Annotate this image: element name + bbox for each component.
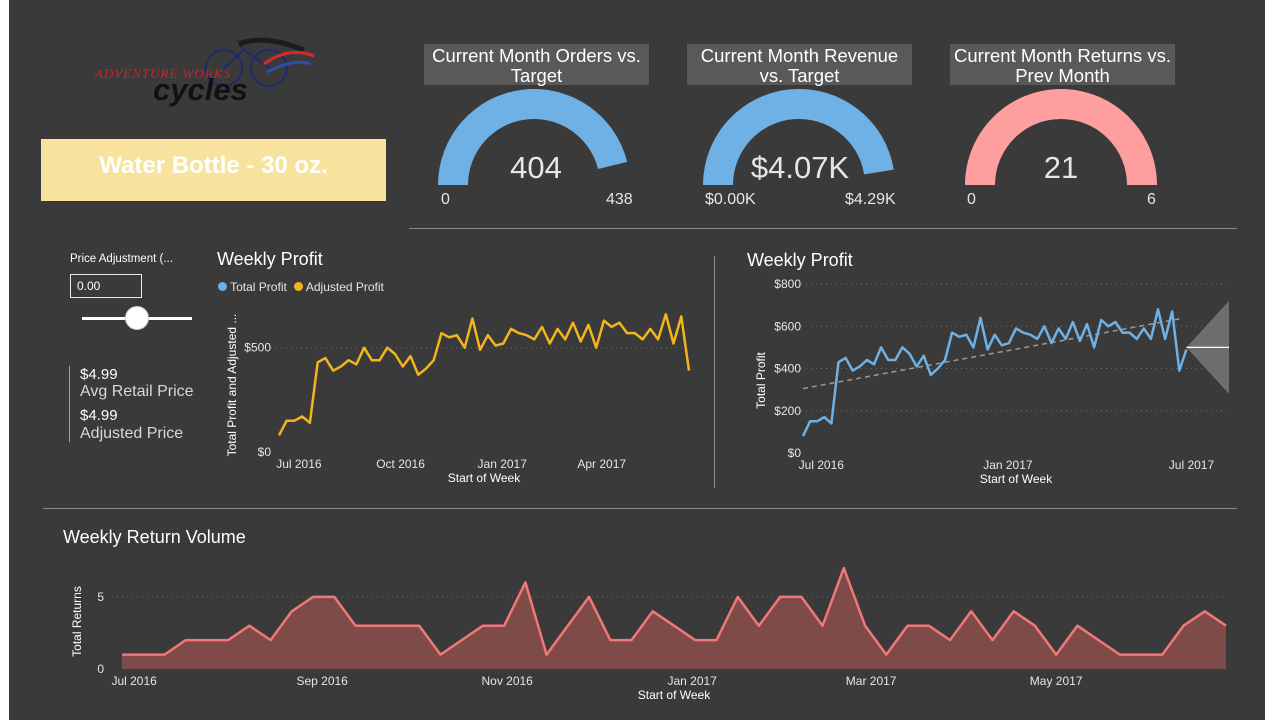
middle-vertical-divider	[714, 256, 715, 488]
y-tick-label: $200	[774, 404, 801, 418]
x-tick-label: Oct 2016	[376, 457, 425, 471]
x-tick-label: Jul 2016	[276, 457, 322, 471]
weekly-profit-adjusted-chart[interactable]: $0 $500 Jul 2016 Oct 2016 Jan 2017 Apr 2017 St…	[209, 298, 704, 490]
x-axis-title: Start of Week	[448, 471, 521, 485]
legend-adjusted-profit-label: Adjusted Profit	[305, 280, 384, 294]
total-profit-line	[801, 308, 1188, 437]
y-axis-title: Total Profit and Adjusted ...	[225, 314, 239, 457]
y-tick-label: $0	[258, 445, 272, 459]
returns-gauge-min: 0	[967, 191, 976, 208]
revenue-gauge-max: $4.29K	[845, 191, 896, 208]
returns-gauge-value: 21	[1043, 150, 1079, 185]
adventure-works-logo: ADVENTURE WORKS cycles	[89, 36, 329, 107]
weekly-profit-adjusted-title: Weekly Profit	[217, 249, 323, 269]
chart1-legend: Total Profit Adjusted Profit	[218, 280, 384, 294]
y-tick-label: 5	[97, 590, 104, 604]
x-tick-label: Jan 2017	[668, 674, 718, 688]
x-tick-label: Nov 2016	[481, 674, 533, 688]
weekly-profit-forecast-chart[interactable]: $0$200$400$600$800Jul 2016 Jan 2017 Jul 20…	[739, 273, 1234, 490]
adjusted-price-label: Adjusted Price	[80, 425, 184, 442]
weekly-return-volume-chart[interactable]: 0 5 Jul 2016 Sep 2016 Nov 2016 Jan 2017 Mar 20…	[57, 560, 1237, 708]
price-adjustment-label: Price Adjustment (...	[70, 253, 173, 265]
x-tick-label: Sep 2016	[296, 674, 348, 688]
revenue-gauge-value: $4.07K	[750, 150, 850, 185]
legend-adjusted-profit-dot	[294, 282, 304, 291]
x-tick-label: Jul 2017	[1169, 458, 1215, 472]
weekly-profit-forecast-title: Weekly Profit	[747, 250, 853, 270]
logo-line2: cycles	[153, 72, 248, 107]
avg-retail-price-value: $4.99	[80, 366, 118, 383]
price-adjustment-input[interactable]: 0.00	[70, 274, 142, 298]
x-axis-title: Start of Week	[638, 688, 711, 702]
adjusted-profit-line	[277, 313, 691, 436]
legend-total-profit-dot	[218, 282, 227, 291]
y-tick-label: 0	[97, 662, 104, 676]
report-canvas: ADVENTURE WORKS cycles Water Bottle - 30…	[9, 0, 1265, 720]
cards-left-rule	[69, 366, 70, 442]
x-tick-label: Apr 2017	[577, 457, 626, 471]
adjusted-price-value: $4.99	[80, 407, 118, 424]
x-axis-title: Start of Week	[980, 472, 1053, 486]
trend-line	[802, 318, 1180, 390]
avg-retail-price-label: Avg Retail Price	[80, 383, 194, 400]
x-tick-label: Jan 2017	[478, 457, 528, 471]
top-divider	[409, 228, 1237, 229]
x-tick-label: Mar 2017	[846, 674, 897, 688]
revenue-gauge-min: $0.00K	[705, 191, 756, 208]
y-tick-label: $600	[774, 319, 801, 333]
orders-gauge-max: 438	[606, 191, 633, 208]
report-frame: ADVENTURE WORKS cycles Water Bottle - 30…	[0, 0, 1280, 720]
weekly-return-volume-title: Weekly Return Volume	[63, 527, 246, 547]
returns-gauge-max: 6	[1147, 191, 1156, 208]
orders-gauge-value: 404	[510, 150, 562, 185]
y-axis-title: Total Returns	[70, 586, 84, 657]
x-tick-label: Jul 2016	[799, 458, 845, 472]
y-axis-title: Total Profit	[754, 351, 768, 408]
x-tick-label: May 2017	[1030, 674, 1083, 688]
y-tick-label: $500	[244, 341, 271, 355]
orders-gauge-title: Current Month Orders vs. Target	[424, 44, 649, 86]
bottom-divider	[43, 508, 1237, 509]
x-tick-label: Jul 2016	[111, 674, 157, 688]
returns-gauge-title: Current Month Returns vs. Prev Month	[950, 44, 1175, 86]
y-tick-label: $800	[774, 277, 801, 291]
legend-total-profit-label: Total Profit	[230, 280, 287, 294]
orders-gauge-min: 0	[441, 191, 450, 208]
product-banner-text: Water Bottle - 30 oz.	[99, 152, 328, 179]
y-tick-label: $400	[774, 362, 801, 376]
revenue-gauge-title: Current Month Revenue vs. Target	[687, 44, 912, 86]
x-tick-label: Jan 2017	[983, 458, 1033, 472]
price-adjustment-slider-handle[interactable]	[125, 306, 149, 330]
